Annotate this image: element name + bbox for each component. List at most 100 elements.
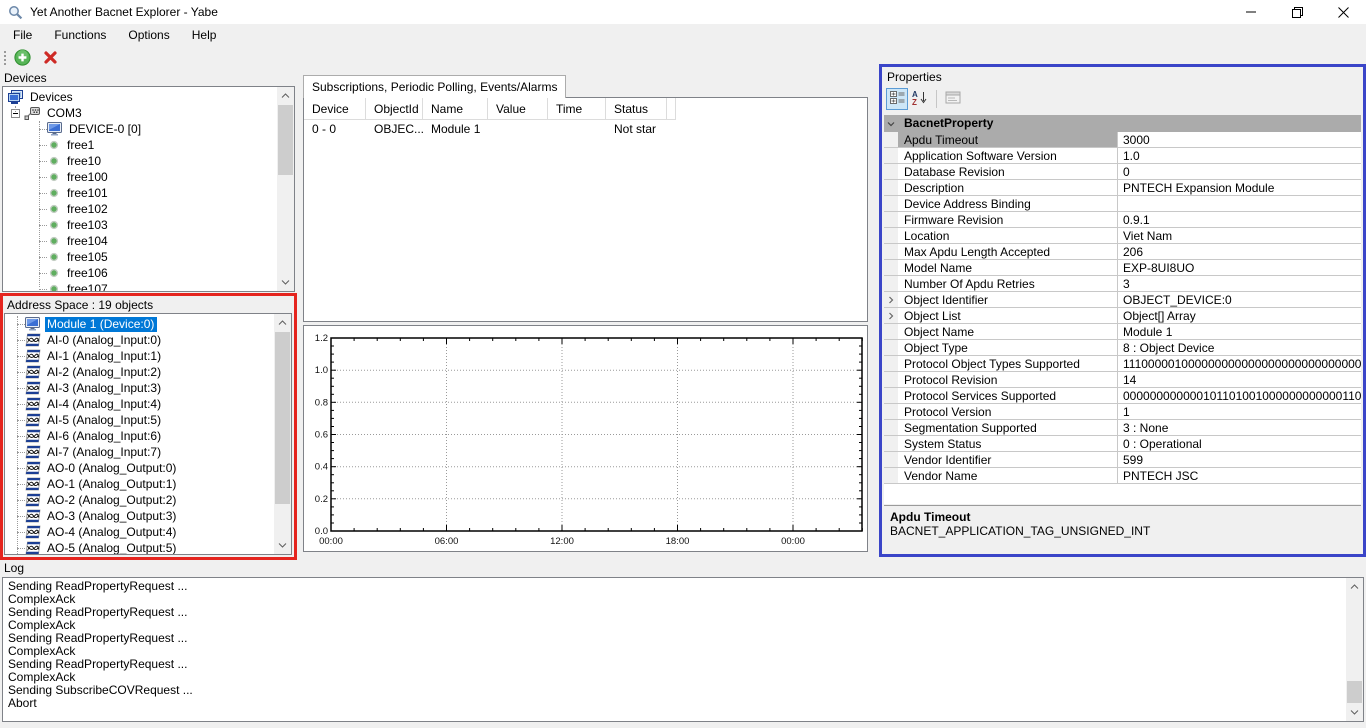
categorized-view-button[interactable] [886,88,908,110]
property-row-model-name[interactable]: Model NameEXP-8UI8UO [884,260,1361,276]
column-header-name[interactable]: Name [423,98,488,120]
minimize-button[interactable] [1228,0,1274,24]
property-value[interactable]: 0000000000001011010010000000000001100000… [1117,388,1361,403]
property-value[interactable]: 3 : None [1117,420,1361,435]
property-value[interactable]: 0.9.1 [1117,212,1361,227]
scroll-up-icon[interactable] [277,87,294,104]
property-row-vendor-identifier[interactable]: Vendor Identifier599 [884,452,1361,468]
restore-button[interactable] [1274,0,1320,24]
property-value[interactable]: 599 [1117,452,1361,467]
property-row-protocol-revision[interactable]: Protocol Revision14 [884,372,1361,388]
tree-item-free1[interactable]: free1 [3,137,277,153]
property-row-database-revision[interactable]: Database Revision0 [884,164,1361,180]
property-row-number-of-apdu-retries[interactable]: Number Of Apdu Retries3 [884,276,1361,292]
property-pages-button[interactable] [942,88,964,110]
object-item-ai-1-analog-input-1[interactable]: AI-1 (Analog_Input:1) [5,348,274,364]
object-item-ai-2-analog-input-2[interactable]: AI-2 (Analog_Input:2) [5,364,274,380]
object-item-ai-5-analog-input-5[interactable]: AI-5 (Analog_Input:5) [5,412,274,428]
tree-item-free10[interactable]: free10 [3,153,277,169]
object-item-ai-4-analog-input-4[interactable]: AI-4 (Analog_Input:4) [5,396,274,412]
column-header-time[interactable]: Time [548,98,606,120]
object-item-ao-5-analog-output-5[interactable]: AO-5 (Analog_Output:5) [5,540,274,554]
property-value[interactable]: 1.0 [1117,148,1361,163]
scroll-down-icon[interactable] [274,537,291,554]
property-value[interactable]: EXP-8UI8UO [1117,260,1361,275]
scrollbar-thumb[interactable] [1347,681,1362,703]
property-row-device-address-binding[interactable]: Device Address Binding [884,196,1361,212]
expand-chevron-icon[interactable] [884,308,898,323]
property-row-location[interactable]: LocationViet Nam [884,228,1361,244]
subscription-row[interactable]: 0 - 0OBJEC...Module 1Not star [304,120,867,137]
delete-device-button[interactable] [39,47,62,70]
tree-item-free107[interactable]: free107 [3,281,277,291]
column-header-device[interactable]: Device [304,98,366,120]
object-item-ai-0-analog-input-0[interactable]: AI-0 (Analog_Input:0) [5,332,274,348]
scroll-down-icon[interactable] [277,274,294,291]
property-row-application-software-version[interactable]: Application Software Version1.0 [884,148,1361,164]
property-row-object-type[interactable]: Object Type8 : Object Device [884,340,1361,356]
menu-item-file[interactable]: File [2,24,43,46]
add-device-button[interactable] [11,47,34,70]
expand-chevron-icon[interactable] [884,292,898,307]
property-row-vendor-name[interactable]: Vendor NamePNTECH JSC [884,468,1361,484]
property-row-system-status[interactable]: System Status0 : Operational [884,436,1361,452]
menu-item-functions[interactable]: Functions [43,24,117,46]
property-row-description[interactable]: DescriptionPNTECH Expansion Module [884,180,1361,196]
property-row-firmware-revision[interactable]: Firmware Revision0.9.1 [884,212,1361,228]
property-value[interactable]: 1110000010000000000000000000000000000000… [1117,356,1361,371]
address-space-tree[interactable]: Module 1 (Device:0)AI-0 (Analog_Input:0)… [4,313,292,555]
log-box[interactable]: Sending ReadPropertyRequest ...ComplexAc… [2,577,1364,722]
tree-item-free100[interactable]: free100 [3,169,277,185]
scrollbar-thumb[interactable] [278,105,293,175]
object-item-ao-1-analog-output-1[interactable]: AO-1 (Analog_Output:1) [5,476,274,492]
tree-item-free106[interactable]: free106 [3,265,277,281]
address-space-scrollbar[interactable] [274,314,291,554]
tree-item-devices[interactable]: Devices [3,89,277,105]
collapse-chevron-icon[interactable] [884,115,898,132]
property-row-object-list[interactable]: Object ListObject[] Array [884,308,1361,324]
property-value[interactable]: PNTECH Expansion Module [1117,180,1361,195]
property-value[interactable]: 1 [1117,404,1361,419]
property-row-apdu-timeout[interactable]: Apdu Timeout3000 [884,132,1361,148]
devices-tree-scrollbar[interactable] [277,87,294,291]
object-item-ao-3-analog-output-3[interactable]: AO-3 (Analog_Output:3) [5,508,274,524]
toolbar-grip[interactable] [4,51,6,66]
tree-item-free103[interactable]: free103 [3,217,277,233]
property-grid[interactable]: BacnetPropertyApdu Timeout3000Applicatio… [884,115,1361,504]
tree-item-free105[interactable]: free105 [3,249,277,265]
object-item-ai-3-analog-input-3[interactable]: AI-3 (Analog_Input:3) [5,380,274,396]
property-value[interactable]: OBJECT_DEVICE:0 [1117,292,1361,307]
scroll-down-icon[interactable] [1346,704,1363,721]
property-row-protocol-version[interactable]: Protocol Version1 [884,404,1361,420]
menu-item-help[interactable]: Help [181,24,228,46]
column-header-status[interactable]: Status [606,98,667,120]
property-row-protocol-object-types-supported[interactable]: Protocol Object Types Supported111000001… [884,356,1361,372]
property-row-segmentation-supported[interactable]: Segmentation Supported3 : None [884,420,1361,436]
property-value[interactable]: 3000 [1117,132,1361,147]
trend-chart[interactable]: 0.00.20.40.60.81.01.200:0006:0012:0018:0… [303,325,868,552]
property-category-row[interactable]: BacnetProperty [884,115,1361,132]
property-row-object-name[interactable]: Object NameModule 1 [884,324,1361,340]
scroll-up-icon[interactable] [274,314,291,331]
alphabetical-sort-button[interactable]: AZ [908,88,930,110]
property-value[interactable]: 3 [1117,276,1361,291]
property-row-object-identifier[interactable]: Object IdentifierOBJECT_DEVICE:0 [884,292,1361,308]
column-header-value[interactable]: Value [488,98,548,120]
object-item-ao-2-analog-output-2[interactable]: AO-2 (Analog_Output:2) [5,492,274,508]
tree-item-free101[interactable]: free101 [3,185,277,201]
property-value[interactable]: 206 [1117,244,1361,259]
property-value[interactable]: 14 [1117,372,1361,387]
tree-item-free104[interactable]: free104 [3,233,277,249]
property-value[interactable]: PNTECH JSC [1117,468,1361,483]
tab-subscriptions[interactable]: Subscriptions, Periodic Polling, Events/… [303,75,566,98]
scroll-up-icon[interactable] [1346,578,1363,595]
object-item-ao-0-analog-output-0[interactable]: AO-0 (Analog_Output:0) [5,460,274,476]
object-item-module-1-device-0[interactable]: Module 1 (Device:0) [5,316,274,332]
tree-item-free102[interactable]: free102 [3,201,277,217]
column-header-objectid[interactable]: ObjectId [366,98,423,120]
close-button[interactable] [1320,0,1366,24]
property-row-protocol-services-supported[interactable]: Protocol Services Supported0000000000001… [884,388,1361,404]
object-item-ai-7-analog-input-7[interactable]: AI-7 (Analog_Input:7) [5,444,274,460]
object-item-ai-6-analog-input-6[interactable]: AI-6 (Analog_Input:6) [5,428,274,444]
scrollbar-thumb[interactable] [275,332,290,504]
